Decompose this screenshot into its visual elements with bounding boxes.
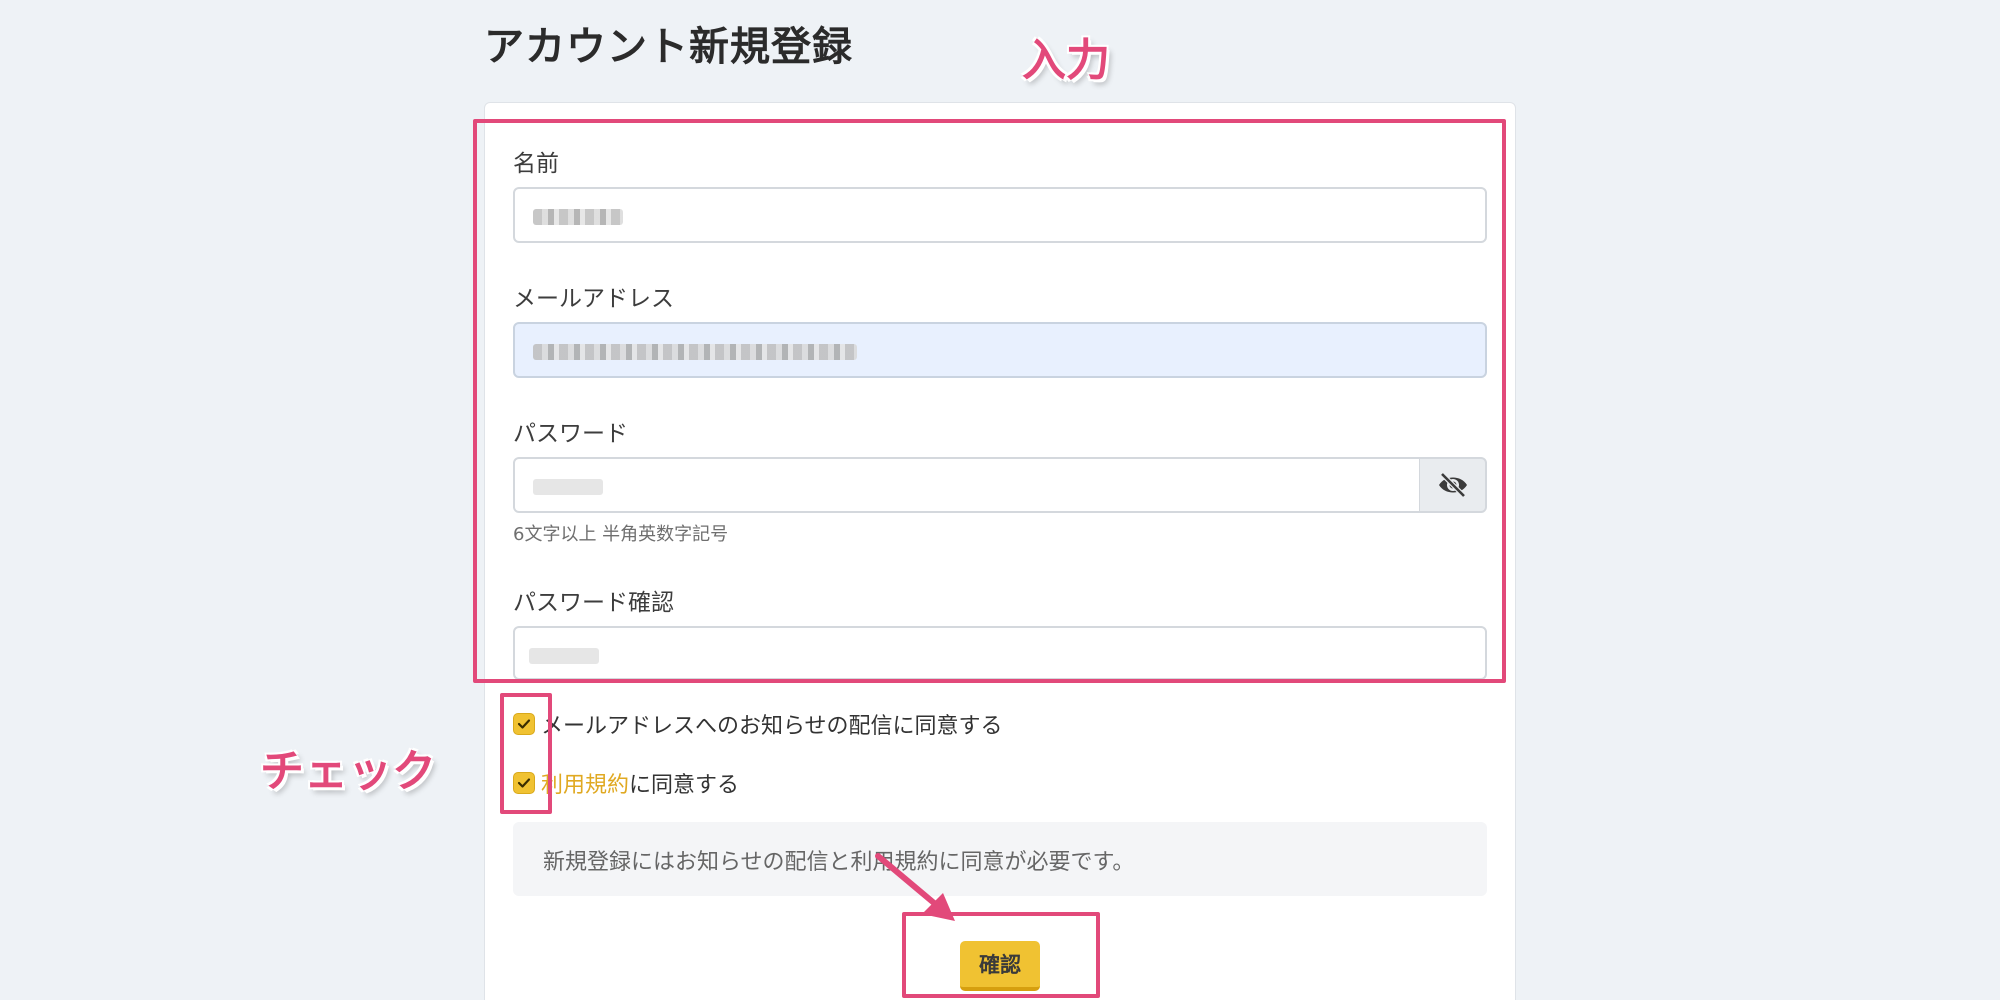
page-title: アカウント新規登録 (484, 24, 853, 70)
checkbox-highlight (500, 693, 552, 814)
consent-notice: 新規登録にはお知らせの配信と利用規約に同意が必要です。 (513, 822, 1487, 896)
input-section-highlight (473, 119, 1506, 683)
confirm-highlight (902, 912, 1100, 998)
terms-consent-suffix: に同意する (629, 773, 740, 798)
terms-link[interactable]: 利用規約 (541, 767, 629, 799)
notifications-consent-label: メールアドレスへのお知らせの配信に同意する (541, 714, 1003, 739)
notifications-consent-row[interactable]: メールアドレスへのお知らせの配信に同意する (513, 708, 1003, 740)
annotation-input-label: 入力 (1022, 35, 1110, 86)
annotation-check-label: チェック (260, 746, 436, 797)
